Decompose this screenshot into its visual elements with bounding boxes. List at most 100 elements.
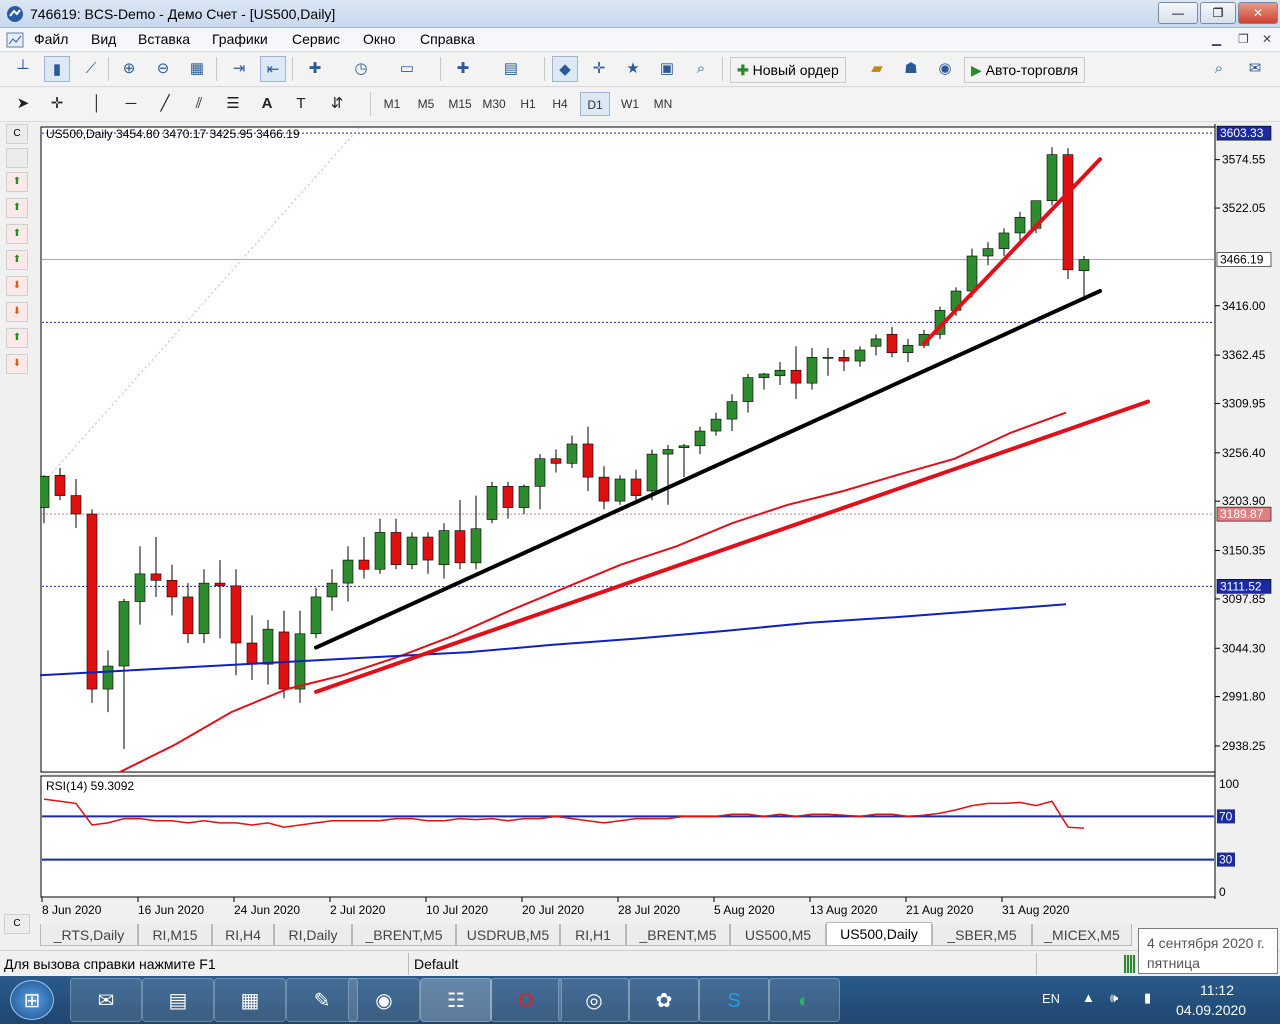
buy-arrow-icon[interactable]: ⬆ <box>6 250 28 270</box>
language-indicator[interactable]: EN <box>1042 991 1060 1006</box>
tab-brent-m5-2[interactable]: _BRENT,M5 <box>626 924 730 946</box>
menu-charts[interactable]: Графики <box>212 31 268 47</box>
tab-micex-m5[interactable]: _MICEX,M5 <box>1032 924 1132 946</box>
new-order-button[interactable]: ✚ Новый ордер <box>730 57 846 83</box>
gold-bars-icon[interactable]: ▰ <box>864 56 890 82</box>
mdi-minimize-button[interactable]: ▁ <box>1212 32 1221 46</box>
tf-w1[interactable]: W1 <box>616 92 644 116</box>
channel-icon[interactable]: ⫽ <box>186 91 212 117</box>
tf-m30[interactable]: M30 <box>478 92 510 116</box>
price-chart[interactable]: 100 70 30 0 3574.55 3522.05 3416.00 3362.45 330… <box>38 124 1280 922</box>
market-icon[interactable]: ◉ <box>932 56 958 82</box>
volume-icon[interactable]: 🕪 <box>1110 990 1118 1006</box>
app-icon-green[interactable]: ◐ <box>768 978 840 1022</box>
tab-us500-m5[interactable]: US500,M5 <box>730 924 826 946</box>
tf-m5[interactable]: M5 <box>412 92 440 116</box>
buy-arrow-icon[interactable]: ⬆ <box>6 198 28 218</box>
chart-shift-icon[interactable]: ⇤ <box>260 56 286 82</box>
menu-view[interactable]: Вид <box>91 31 116 47</box>
buy-arrow-icon[interactable]: ⬆ <box>6 224 28 244</box>
tf-h4[interactable]: H4 <box>546 92 574 116</box>
chart-window[interactable]: 100 70 30 0 3574.55 3522.05 3416.00 3362.45 330… <box>38 124 1280 922</box>
tf-d1[interactable]: D1 <box>580 92 610 116</box>
pin-app-icon[interactable]: ◎ <box>558 978 630 1022</box>
indicators-icon[interactable]: ✚ <box>302 56 328 82</box>
auto-scroll-icon[interactable]: ⇥ <box>226 56 252 82</box>
tile-windows-icon[interactable]: ▦ <box>184 56 210 82</box>
tf-h1[interactable]: H1 <box>514 92 542 116</box>
restore-button[interactable]: ❐ <box>1200 2 1236 24</box>
cursor-icon[interactable]: ➤ <box>10 91 36 117</box>
clock-date[interactable]: 04.09.2020 <box>1176 1002 1246 1018</box>
bar-chart-icon[interactable]: ┴ <box>10 56 36 82</box>
buy-arrow-icon[interactable]: ⬆ <box>6 172 28 192</box>
trendline-icon[interactable]: ╱ <box>152 91 178 117</box>
menu-insert[interactable]: Вставка <box>138 31 190 47</box>
zoom-out-icon[interactable]: ⊖ <box>150 56 176 82</box>
tab-ri-daily[interactable]: RI,Daily <box>274 924 352 946</box>
tab-ri-h4[interactable]: RI,H4 <box>212 924 274 946</box>
navigator-icon[interactable]: ★ <box>620 56 646 82</box>
panel-button[interactable]: C <box>6 124 28 144</box>
zoom-in-icon[interactable]: ⊕ <box>116 56 142 82</box>
terminal-icon[interactable]: ▣ <box>654 56 680 82</box>
text-icon[interactable]: A <box>254 91 280 117</box>
clock-time[interactable]: 11:12 <box>1200 982 1234 998</box>
tf-m15[interactable]: M15 <box>444 92 476 116</box>
sell-arrow-icon[interactable]: ⬇ <box>6 354 28 374</box>
outlook-icon[interactable]: ✉ <box>70 978 142 1022</box>
minimize-button[interactable]: — <box>1158 2 1198 24</box>
chart-window-icon[interactable] <box>6 32 24 48</box>
start-button[interactable]: ⊞ <box>10 980 54 1020</box>
menu-window[interactable]: Окно <box>363 31 396 47</box>
tab-ri-h1[interactable]: RI,H1 <box>560 924 626 946</box>
tab-us500-daily[interactable]: US500,Daily <box>826 922 932 946</box>
chrome-icon[interactable]: ◉ <box>348 978 420 1022</box>
market-watch-icon[interactable]: ◆ <box>552 56 578 82</box>
explorer-icon[interactable]: ▤ <box>142 978 214 1022</box>
fibonacci-icon[interactable]: ☰ <box>220 91 246 117</box>
mdi-restore-button[interactable]: ❐ <box>1238 32 1249 46</box>
tester-icon[interactable]: ⌕ <box>688 56 714 82</box>
menu-tools[interactable]: Сервис <box>292 31 340 47</box>
metatrader-icon[interactable]: ☷ <box>420 978 492 1022</box>
buy-arrow-icon[interactable]: ⬆ <box>6 328 28 348</box>
arrows-icon[interactable]: ⇵ <box>324 91 350 117</box>
menu-file[interactable]: Файл <box>34 31 68 47</box>
close-button[interactable]: ✕ <box>1238 2 1278 24</box>
crosshair-tool-icon[interactable]: ✛ <box>44 91 70 117</box>
calculator-icon[interactable]: ▦ <box>214 978 286 1022</box>
menu-help[interactable]: Справка <box>420 31 475 47</box>
chat-icon[interactable]: ✉ <box>1242 56 1268 82</box>
line-chart-icon[interactable]: ⟋ <box>78 56 104 82</box>
search-icon[interactable]: ⌕ <box>1206 56 1232 82</box>
sell-arrow-icon[interactable]: ⬇ <box>6 302 28 322</box>
new-chart-icon[interactable]: ✚ <box>450 56 476 82</box>
network-icon[interactable]: ▮ <box>1144 990 1151 1006</box>
signals-icon[interactable]: ☗ <box>898 56 924 82</box>
candlestick-chart-icon[interactable]: ▮ <box>44 56 70 82</box>
tf-mn[interactable]: MN <box>648 92 678 116</box>
mdi-close-button[interactable]: ✕ <box>1262 32 1272 46</box>
opera-icon[interactable]: O <box>490 978 562 1022</box>
tab-sber-m5[interactable]: _SBER,M5 <box>932 924 1032 946</box>
picasa-icon[interactable]: ✿ <box>628 978 700 1022</box>
horizontal-line-icon[interactable]: ─ <box>118 91 144 117</box>
panel-button[interactable] <box>6 148 28 168</box>
sell-arrow-icon[interactable]: ⬇ <box>6 276 28 296</box>
periods-icon[interactable]: ◷ <box>348 56 374 82</box>
tf-m1[interactable]: M1 <box>378 92 406 116</box>
tab-usdrub-m5[interactable]: USDRUB,M5 <box>456 924 560 946</box>
panel-c-button[interactable]: C <box>4 914 30 934</box>
autotrading-button[interactable]: ▶ Авто-торговля <box>964 57 1086 83</box>
vertical-line-icon[interactable]: │ <box>84 91 110 117</box>
tab-ri-m15[interactable]: RI,M15 <box>138 924 212 946</box>
tab-brent-m5[interactable]: _BRENT,M5 <box>352 924 456 946</box>
tab-rts-daily[interactable]: _RTS,Daily <box>40 924 138 946</box>
templates-icon[interactable]: ▭ <box>394 56 420 82</box>
profiles-icon[interactable]: ▤ <box>498 56 524 82</box>
text-label-icon[interactable]: T <box>288 91 314 117</box>
crosshair-icon[interactable]: ✛ <box>586 56 612 82</box>
tray-expand-icon[interactable]: ▲ <box>1082 990 1095 1005</box>
skype-icon[interactable]: S <box>698 978 770 1022</box>
